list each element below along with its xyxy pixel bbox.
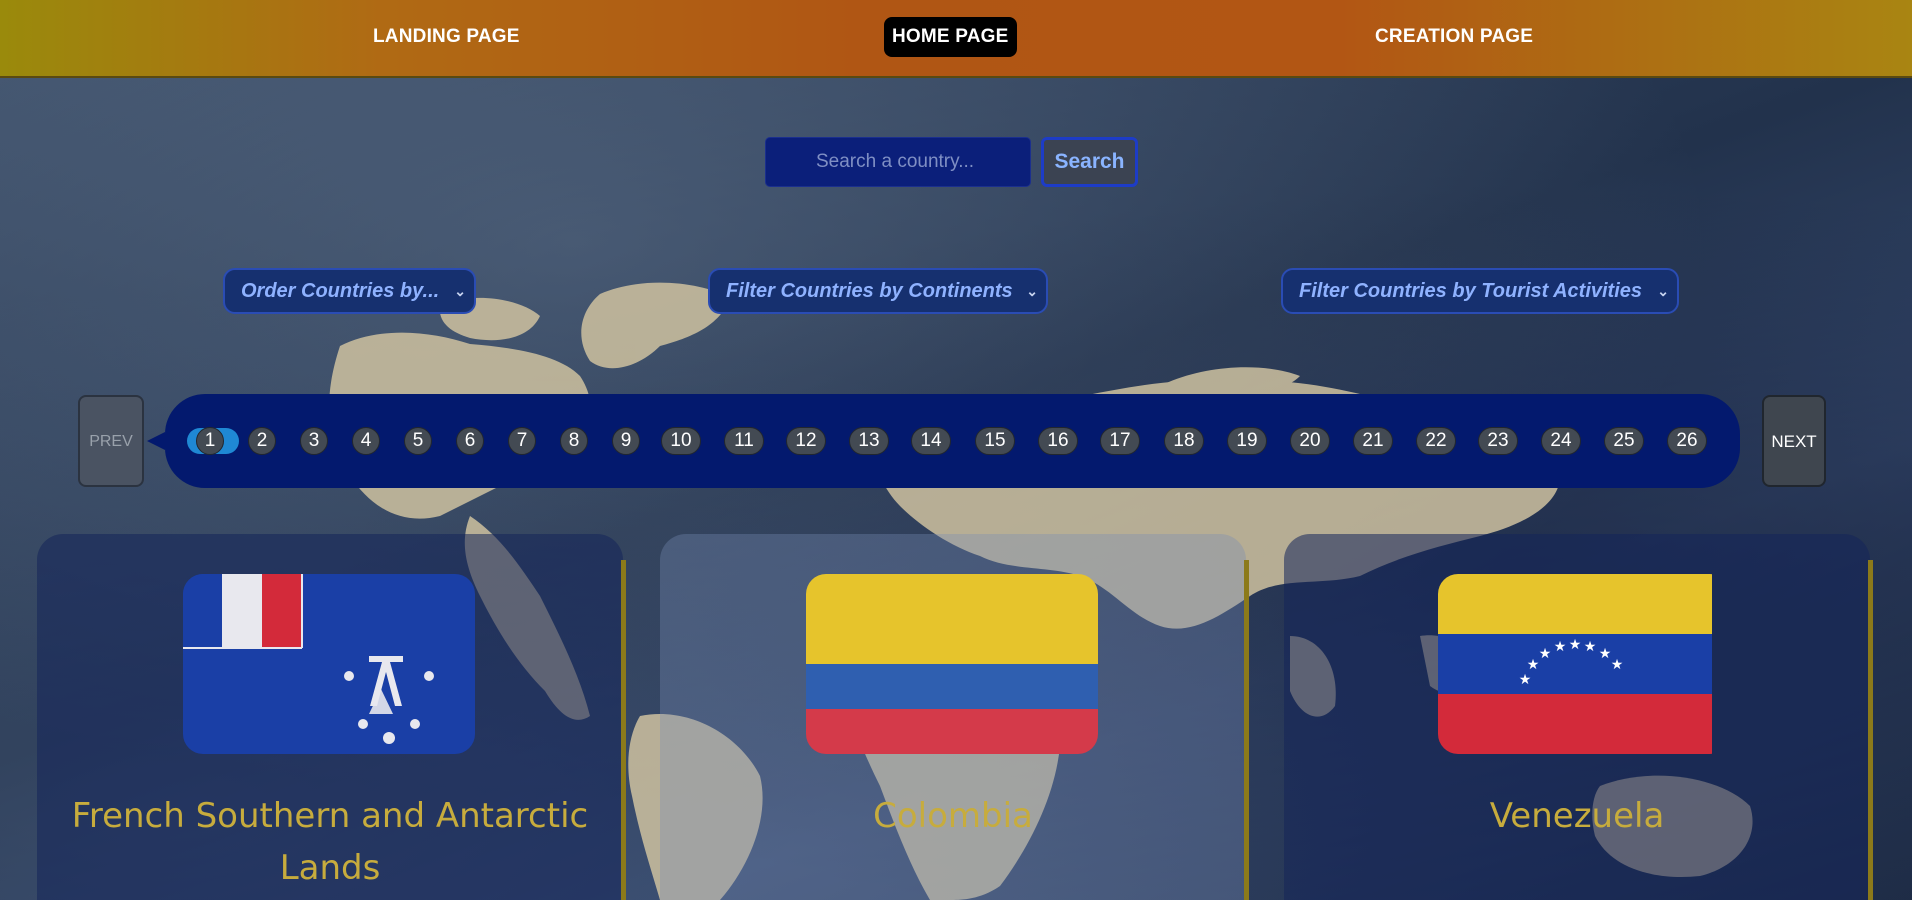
page-4-button[interactable]: 4	[352, 427, 380, 455]
pagination-bar: 1 2 3 4 5 6 7 8 9 10 11 12 13 14 15 16 17 18 19 20 21 22 23 24 2…	[147, 394, 1740, 488]
page-1-button[interactable]: 1	[196, 427, 224, 455]
continent-select-label: Filter Countries by Continents	[726, 280, 1013, 302]
card-divider	[1244, 560, 1249, 900]
page-11-button[interactable]: 11	[724, 427, 764, 455]
country-card[interactable]: ★ ★ ★ ★ ★ ★ ★ ★ Venezuela	[1284, 534, 1870, 900]
page-19-button[interactable]: 19	[1227, 427, 1267, 455]
svg-text:★: ★	[1539, 646, 1552, 662]
country-card[interactable]: Colombia	[660, 534, 1246, 900]
svg-text:★: ★	[1569, 637, 1582, 653]
svg-text:★: ★	[1519, 672, 1532, 688]
page-26-button[interactable]: 26	[1667, 427, 1707, 455]
colombia-flag	[806, 574, 1098, 754]
page-14-button[interactable]: 14	[911, 427, 951, 455]
nav-creation-page[interactable]: CREATION PAGE	[1367, 17, 1541, 57]
page-7-button[interactable]: 7	[508, 427, 536, 455]
page-21-button[interactable]: 21	[1353, 427, 1393, 455]
continent-filter-select[interactable]: Filter Countries by Continents ⌄	[708, 268, 1048, 314]
page-25-button[interactable]: 25	[1604, 427, 1644, 455]
svg-text:★: ★	[1584, 639, 1597, 655]
page-10-button[interactable]: 10	[661, 427, 701, 455]
prev-page-button[interactable]: PREV	[78, 395, 144, 487]
svg-text:★: ★	[1599, 646, 1612, 662]
country-card[interactable]: French Southern and Antarctic Lands	[37, 534, 623, 900]
page-22-button[interactable]: 22	[1416, 427, 1456, 455]
next-page-button[interactable]: NEXT	[1762, 395, 1826, 487]
search-button[interactable]: Search	[1041, 137, 1138, 187]
activity-filter-select[interactable]: Filter Countries by Tourist Activities ⌄	[1281, 268, 1679, 314]
order-countries-select[interactable]: Order Countries by... ⌄	[223, 268, 476, 314]
svg-text:★: ★	[1527, 657, 1540, 673]
page-20-button[interactable]: 20	[1290, 427, 1330, 455]
svg-text:★: ★	[1611, 657, 1624, 673]
french-southern-antarctic-lands-flag	[183, 574, 475, 754]
page-12-button[interactable]: 12	[786, 427, 826, 455]
nav-home-page[interactable]: HOME PAGE	[884, 17, 1017, 57]
page-3-button[interactable]: 3	[300, 427, 328, 455]
country-name: French Southern and Antarctic Lands	[71, 796, 589, 888]
card-divider	[621, 560, 626, 900]
page-2-button[interactable]: 2	[248, 427, 276, 455]
page-24-button[interactable]: 24	[1541, 427, 1581, 455]
page-17-button[interactable]: 17	[1100, 427, 1140, 455]
page-15-button[interactable]: 15	[975, 427, 1015, 455]
activity-select-label: Filter Countries by Tourist Activities	[1299, 280, 1643, 302]
order-select-label: Order Countries by...	[241, 280, 440, 302]
country-name: Colombia	[873, 796, 1033, 836]
page-13-button[interactable]: 13	[849, 427, 889, 455]
chevron-down-icon: ⌄	[1026, 283, 1038, 299]
pager-arrow-tail	[147, 432, 165, 450]
search-input[interactable]	[765, 137, 1031, 187]
top-navbar: LANDING PAGE HOME PAGE CREATION PAGE	[0, 0, 1912, 78]
page-5-button[interactable]: 5	[404, 427, 432, 455]
nav-landing-page[interactable]: LANDING PAGE	[365, 17, 528, 57]
chevron-down-icon: ⌄	[1657, 283, 1669, 299]
country-name: Venezuela	[1489, 796, 1665, 836]
venezuela-flag: ★ ★ ★ ★ ★ ★ ★ ★	[1438, 574, 1730, 754]
page-23-button[interactable]: 23	[1478, 427, 1518, 455]
page-8-button[interactable]: 8	[560, 427, 588, 455]
svg-text:★: ★	[1554, 639, 1567, 655]
card-divider	[1868, 560, 1873, 900]
page-18-button[interactable]: 18	[1164, 427, 1204, 455]
page-9-button[interactable]: 9	[612, 427, 640, 455]
chevron-down-icon: ⌄	[454, 283, 466, 299]
page-16-button[interactable]: 16	[1038, 427, 1078, 455]
page-6-button[interactable]: 6	[456, 427, 484, 455]
